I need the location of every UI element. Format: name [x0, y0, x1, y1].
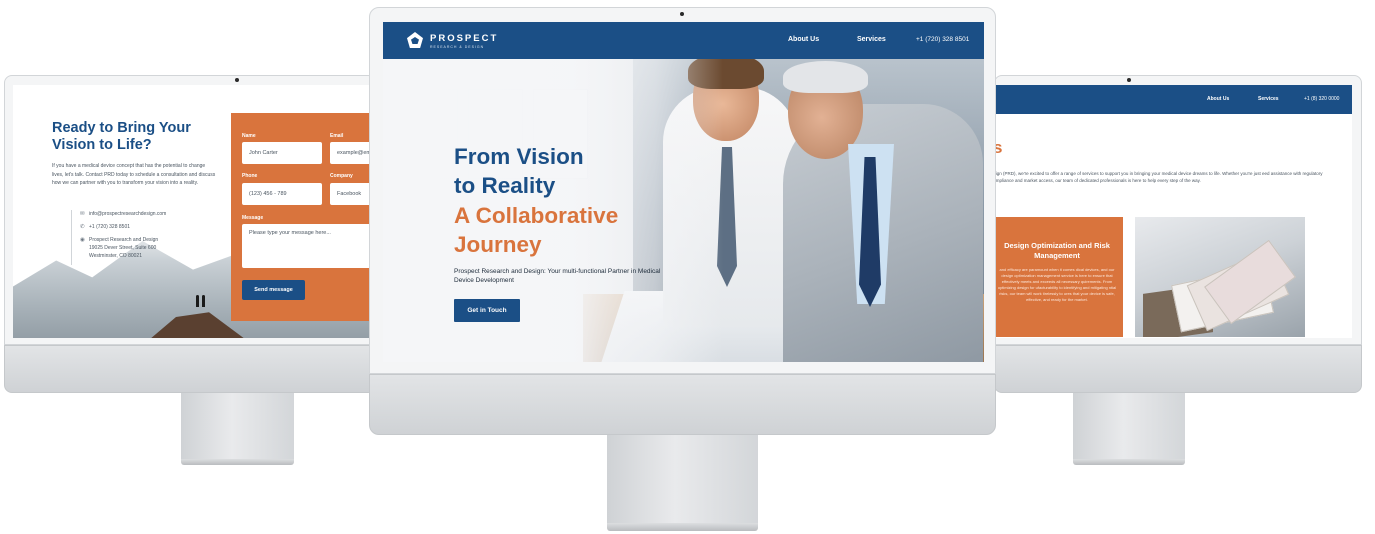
service-card-title: Design Optimization and Risk Management: [1004, 241, 1110, 261]
address-line-1: Prospect Research and Design: [89, 237, 159, 243]
left-monitor-chin: [4, 345, 376, 393]
contact-email[interactable]: info@prospectresearchdesign.com: [89, 210, 166, 218]
right-monitor-camera: [1127, 78, 1131, 82]
documents-photo: [1135, 217, 1305, 337]
contact-phone-row[interactable]: ✆ +1 (720) 328 8501: [80, 223, 166, 231]
services-intro-text: esign (PRD), we're excited to offer a ra…: [995, 171, 1323, 183]
contact-email-row[interactable]: ✉ info@prospectresearchdesign.com: [80, 210, 166, 218]
nav-phone[interactable]: +1 (720) 328 8501: [916, 36, 969, 43]
name-label: Name: [242, 133, 256, 139]
service-card-design-optimization[interactable]: Design Optimization and Risk Management …: [995, 217, 1123, 337]
right-monitor-screen: About Us Services +1 (8) 320 0000 s esig…: [995, 85, 1352, 338]
nav-services-link[interactable]: Services: [1258, 96, 1279, 102]
email-label: Email: [330, 133, 344, 139]
contact-phone[interactable]: +1 (720) 328 8501: [89, 223, 130, 231]
center-monitor-camera: [680, 12, 684, 16]
company-field[interactable]: Facebook: [330, 183, 370, 205]
center-monitor-screen: PROSPECT RESEARCH & DESIGN About Us Serv…: [383, 22, 984, 362]
nav-phone[interactable]: +1 (8) 320 0000: [1304, 96, 1339, 102]
hero-subtitle: Prospect Research and Design: Your multi…: [454, 268, 661, 284]
left-monitor-camera: [235, 78, 239, 82]
contact-intro-text: If you have a medical device concept tha…: [52, 163, 216, 186]
senior-businessman-hair: [783, 61, 868, 93]
hero-heading: From Vision to Reality A Collaborative J…: [454, 142, 618, 259]
left-monitor-foot: [181, 459, 294, 465]
message-label: Message: [242, 215, 264, 221]
phone-label: Phone: [242, 173, 258, 179]
contact-heading: Ready to Bring Your Vision to Life?: [52, 120, 191, 153]
hero-heading-line-3: A Collaborative: [454, 202, 619, 228]
left-monitor-stand: [181, 393, 294, 459]
hikers-silhouette: [194, 293, 208, 307]
hero-heading-line-4: Journey: [454, 231, 542, 257]
send-message-button[interactable]: Send message: [242, 280, 305, 300]
services-nav-bar: About Us Services +1 (8) 320 0000: [995, 85, 1352, 114]
message-field[interactable]: Please type your message here...: [242, 224, 370, 268]
mail-icon: ✉: [80, 211, 85, 217]
location-pin-icon: ◉: [80, 237, 85, 243]
logo-tagline: RESEARCH & DESIGN: [430, 45, 485, 49]
address-line-2: 19025 Dever Street, Suite 600: [89, 245, 157, 251]
email-field[interactable]: example@em: [330, 142, 370, 164]
company-label: Company: [330, 173, 353, 179]
nav-about-link[interactable]: About Us: [1207, 96, 1229, 102]
hero-section: From Vision to Reality A Collaborative J…: [383, 59, 984, 362]
get-in-touch-button[interactable]: Get in Touch: [454, 299, 520, 322]
contact-details: ✉ info@prospectresearchdesign.com ✆ +1 (…: [71, 210, 166, 265]
center-monitor-stand: [607, 435, 758, 523]
hero-heading-line-1: From Vision: [454, 144, 584, 169]
hero-heading-line-2: to Reality: [454, 173, 556, 199]
left-monitor-screen: Ready to Bring Your Vision to Life? If y…: [13, 85, 370, 338]
address-line-3: Westminster, CO 80021: [89, 253, 142, 259]
nav-about-link[interactable]: About Us: [788, 36, 819, 43]
nav-services-link[interactable]: Services: [857, 36, 886, 43]
phone-field[interactable]: (123) 456 - 789: [242, 183, 322, 205]
right-monitor-chin: [994, 345, 1362, 393]
services-heading: s: [995, 138, 1003, 157]
contact-address: Prospect Research and Design 19025 Dever…: [89, 236, 158, 260]
name-field[interactable]: John Carter: [242, 142, 322, 164]
right-monitor-foot: [1073, 459, 1185, 465]
contact-form: Name John Carter Email example@em Phone …: [231, 113, 370, 321]
phone-icon: ✆: [80, 224, 85, 230]
contact-address-row: ◉ Prospect Research and Design 19025 Dev…: [80, 236, 166, 260]
pentagon-logo-icon[interactable]: [407, 32, 423, 48]
center-monitor-chin: [369, 374, 996, 435]
logo-name[interactable]: PROSPECT: [430, 33, 498, 44]
center-monitor-foot: [607, 523, 758, 531]
site-header: PROSPECT RESEARCH & DESIGN About Us Serv…: [383, 22, 984, 59]
service-card-text: and efficacy are paramount when it comes…: [997, 267, 1117, 303]
right-monitor-stand: [1073, 393, 1185, 459]
